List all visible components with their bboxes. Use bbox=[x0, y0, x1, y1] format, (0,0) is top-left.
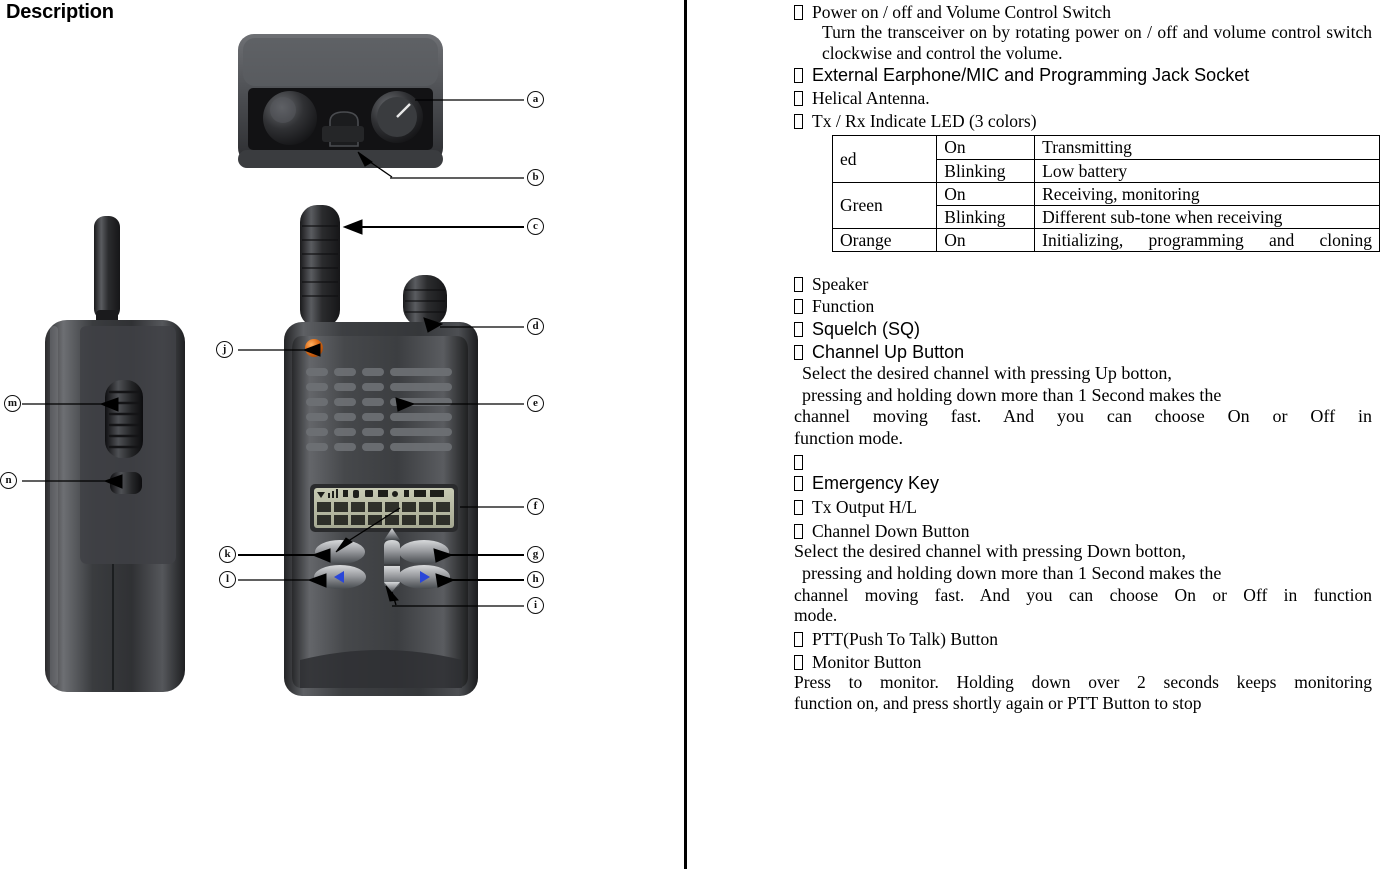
list-item-emergency-key: Emergency Key bbox=[794, 473, 1372, 494]
bullet-box-icon bbox=[794, 321, 803, 337]
item-title: Emergency Key bbox=[812, 473, 940, 494]
list-item-channel-down: Channel Down Button bbox=[794, 521, 1372, 541]
bullet-box-icon bbox=[794, 345, 803, 360]
cell-color: Orange bbox=[831, 227, 938, 253]
item-title: Function bbox=[812, 296, 875, 317]
callout-d: d bbox=[527, 318, 544, 335]
cell-color: Green bbox=[831, 181, 938, 229]
item-title: Channel Up Button bbox=[812, 342, 965, 362]
item-body-line: Select the desired channel with pressing… bbox=[794, 541, 1186, 562]
bullet-box-icon bbox=[794, 523, 803, 539]
callout-b: b bbox=[527, 169, 544, 186]
callout-i: i bbox=[527, 597, 544, 614]
item-title: Helical Antenna. bbox=[812, 88, 930, 109]
cell-desc: Receiving, monitoring bbox=[1034, 181, 1380, 206]
callout-e: e bbox=[527, 395, 544, 412]
item-title: Squelch (SQ) bbox=[812, 318, 921, 339]
radio-side-view bbox=[45, 216, 185, 692]
table-row: Orange On Initializing, programming and … bbox=[831, 227, 1380, 253]
cell-state: On bbox=[936, 181, 1036, 206]
radio-top-view bbox=[238, 34, 443, 168]
led-indicator-table: ed On Transmitting Blinking Low battery … bbox=[831, 135, 1380, 253]
item-title: Power on / off and Volume Control Switch bbox=[812, 2, 1111, 22]
list-item-power-switch: Power on / off and Volume Control Switch bbox=[794, 2, 1372, 22]
bullet-box-icon bbox=[794, 655, 803, 670]
list-item-speaker: Speaker bbox=[794, 274, 1372, 294]
list-item-jack-socket: External Earphone/MIC and Programming Ja… bbox=[794, 65, 1372, 86]
bullet-box-icon bbox=[794, 631, 803, 647]
column-divider bbox=[684, 0, 687, 869]
bullet-box-icon bbox=[794, 476, 803, 492]
table-row: Green On Receiving, monitoring bbox=[831, 181, 1380, 229]
callout-l: l bbox=[219, 571, 236, 588]
item-body-line: Press to monitor. Holding down over 2 se… bbox=[794, 672, 1372, 693]
manual-page: Description a b c d e f g h i j k l m n … bbox=[0, 0, 1380, 869]
list-item-squelch: Squelch (SQ) bbox=[794, 319, 1372, 340]
list-item-monitor-button: Monitor Button bbox=[794, 652, 1372, 672]
callout-j: j bbox=[216, 341, 233, 358]
bullet-box-icon bbox=[794, 68, 803, 84]
item-title: External Earphone/MIC and Programming Ja… bbox=[812, 65, 1250, 86]
item-body-line: mode. bbox=[794, 605, 838, 626]
cell-state: On bbox=[936, 227, 1036, 253]
callout-c: c bbox=[527, 218, 544, 235]
list-item-channel-up: Channel Up Button bbox=[794, 342, 1372, 363]
cell-state: Blinking bbox=[936, 158, 1036, 183]
item-title: Tx / Rx Indicate LED (3 colors) bbox=[812, 110, 1037, 131]
list-item-helical-antenna: Helical Antenna. bbox=[794, 88, 1372, 108]
callout-m: m bbox=[4, 395, 21, 412]
callout-a: a bbox=[527, 91, 544, 108]
bullet-box-icon bbox=[794, 455, 803, 471]
item-body-line: Select the desired channel with pressing… bbox=[802, 363, 1172, 384]
cell-desc: Transmitting bbox=[1034, 135, 1380, 160]
list-item-blank bbox=[794, 452, 1372, 471]
item-title: Tx Output H/L bbox=[812, 497, 917, 518]
list-item-ptt-button: PTT(Push To Talk) Button bbox=[794, 629, 1372, 649]
cell-state: Blinking bbox=[936, 204, 1036, 229]
cell-state: On bbox=[936, 135, 1036, 160]
bullet-box-icon bbox=[794, 91, 803, 107]
bullet-box-icon bbox=[794, 299, 803, 315]
list-item-function: Function bbox=[794, 296, 1372, 316]
bullet-box-icon bbox=[794, 277, 803, 293]
callout-h: h bbox=[527, 571, 544, 588]
radio-diagram bbox=[22, 34, 524, 696]
bullet-box-icon bbox=[794, 5, 803, 20]
radio-front-view bbox=[284, 205, 478, 696]
bullet-box-icon bbox=[794, 500, 803, 516]
table-row: ed On Transmitting bbox=[831, 135, 1380, 183]
item-body-power-switch: Turn the transceiver on by rotating powe… bbox=[822, 22, 1372, 63]
diagram-panel: Description a b c d e f g h i j k l m n bbox=[0, 0, 687, 869]
item-body-line: channel moving fast. And you can choose … bbox=[794, 406, 1372, 427]
item-title: Channel Down Button bbox=[812, 520, 970, 541]
item-body-line: function mode. bbox=[794, 427, 903, 448]
item-body-line: pressing and holding down more than 1 Se… bbox=[802, 563, 1222, 583]
cell-desc: Different sub-tone when receiving bbox=[1034, 204, 1380, 229]
item-title: Monitor Button bbox=[812, 652, 922, 672]
item-title: Speaker bbox=[812, 274, 869, 295]
callout-f: f bbox=[527, 498, 544, 515]
item-body-line: pressing and holding down more than 1 Se… bbox=[802, 384, 1222, 405]
callout-g: g bbox=[527, 546, 544, 563]
list-item-indicate-led: Tx / Rx Indicate LED (3 colors) bbox=[794, 111, 1372, 131]
item-body-line: channel moving fast. And you can choose … bbox=[794, 584, 1372, 605]
item-body-line: function on, and press shortly again or … bbox=[794, 692, 1202, 713]
callout-k: k bbox=[219, 546, 236, 563]
cell-desc: Low battery bbox=[1034, 158, 1380, 183]
cell-desc: Initializing, programming and cloning bbox=[1034, 227, 1380, 253]
cell-color: ed bbox=[831, 135, 938, 183]
description-text-panel: Power on / off and Volume Control Switch… bbox=[690, 0, 1380, 869]
list-item-tx-output: Tx Output H/L bbox=[794, 497, 1372, 517]
item-title: PTT(Push To Talk) Button bbox=[812, 628, 999, 649]
bullet-box-icon bbox=[794, 113, 803, 129]
callout-n: n bbox=[0, 472, 17, 489]
